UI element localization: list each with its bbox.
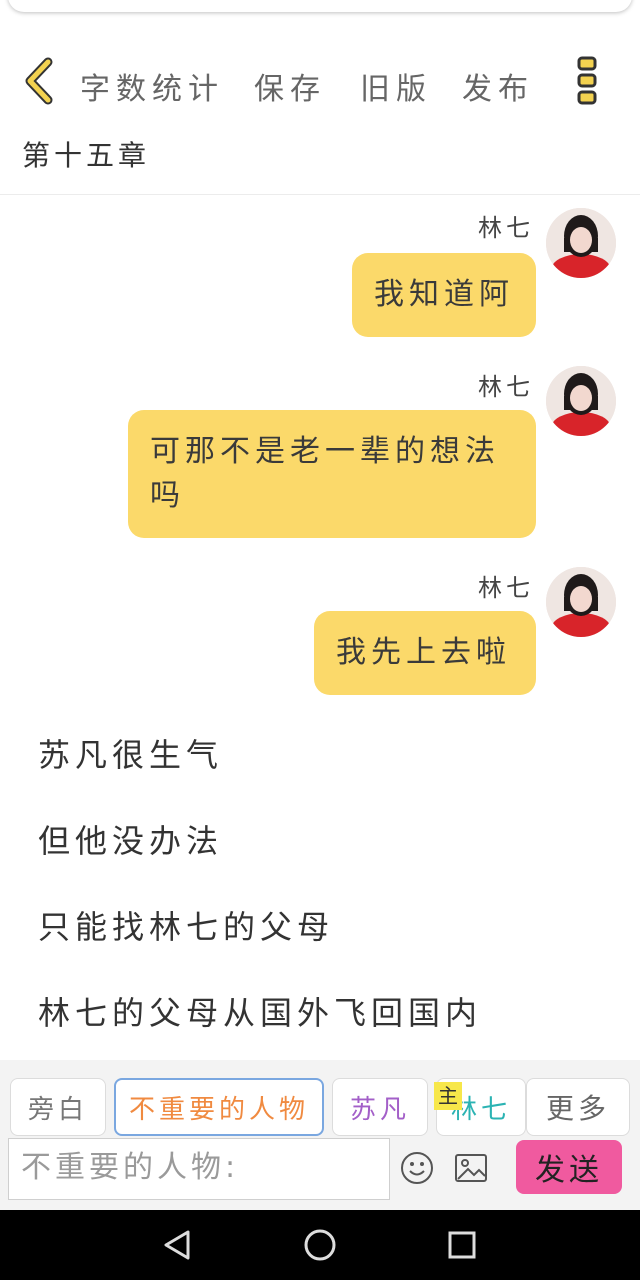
word-count-button[interactable]: 字数统计: [80, 64, 224, 108]
recents-nav-icon[interactable]: [447, 1230, 477, 1260]
send-button[interactable]: 发送: [516, 1140, 622, 1194]
message-input[interactable]: 不重要的人物:: [8, 1138, 390, 1200]
avatar-image: [546, 208, 616, 278]
avatar[interactable]: [546, 366, 616, 436]
top-card-edge: [8, 0, 632, 12]
sender-name: 林七: [478, 574, 534, 602]
avatar-image: [546, 567, 616, 637]
avatar[interactable]: [546, 567, 616, 637]
old-version-button[interactable]: 旧版: [360, 64, 432, 108]
divider: [0, 194, 640, 195]
home-nav-icon[interactable]: [303, 1228, 337, 1262]
avatar-image: [546, 366, 616, 436]
message-bubble[interactable]: 我知道阿: [352, 253, 536, 337]
emoji-icon[interactable]: [400, 1151, 434, 1185]
narration-line[interactable]: 苏凡很生气: [38, 730, 223, 776]
sender-name: 林七: [478, 214, 534, 242]
message-bubble[interactable]: 可那不是老一辈的想法吗: [128, 410, 536, 538]
role-narrator-button[interactable]: 旁白: [10, 1078, 106, 1136]
narration-line[interactable]: 林七的父母从国外飞回国内: [38, 988, 482, 1034]
system-nav-bar: [0, 1210, 640, 1280]
publish-button[interactable]: 发布: [462, 64, 534, 108]
role-sufan-button[interactable]: 苏凡: [332, 1078, 428, 1136]
editor-screen: 字数统计 保存 旧版 发布 第十五章 林七 我知道阿 林七 可那不是老一辈的想法…: [0, 0, 640, 1280]
avatar[interactable]: [546, 208, 616, 278]
chapter-title[interactable]: 第十五章: [22, 134, 150, 174]
sender-name: 林七: [478, 373, 534, 401]
narration-line[interactable]: 但他没办法: [38, 816, 223, 862]
save-button[interactable]: 保存: [254, 64, 326, 108]
main-character-badge: 主: [434, 1082, 462, 1110]
narration-line[interactable]: 只能找林七的父母: [38, 902, 334, 948]
more-icon[interactable]: [574, 55, 602, 105]
more-roles-button[interactable]: 更多: [526, 1078, 630, 1136]
back-nav-icon[interactable]: [162, 1229, 192, 1261]
role-minor-character-button[interactable]: 不重要的人物: [114, 1078, 324, 1136]
image-icon[interactable]: [454, 1153, 488, 1183]
back-icon[interactable]: [20, 56, 64, 106]
header-toolbar: 字数统计 保存 旧版 发布: [0, 50, 640, 112]
message-bubble[interactable]: 我先上去啦: [314, 611, 536, 695]
